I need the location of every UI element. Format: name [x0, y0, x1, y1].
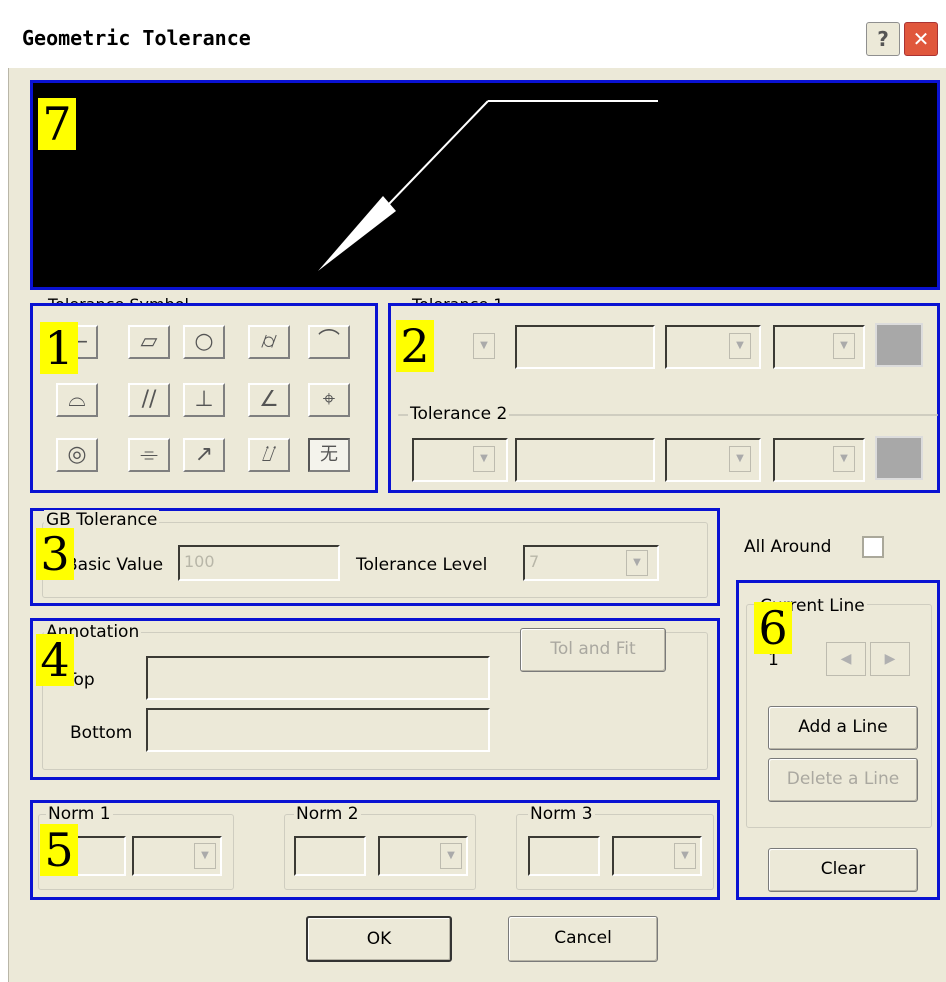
- badge-1: 1: [40, 322, 78, 374]
- flatness-symbol[interactable]: ▱: [128, 325, 170, 359]
- dialog-title: Geometric Tolerance: [22, 26, 251, 50]
- tolerance1-extra-arrow[interactable]: ▼: [833, 333, 855, 359]
- badge-4: 4: [36, 634, 74, 686]
- tolerance2-color-swatch[interactable]: [875, 436, 923, 480]
- cylindricity-symbol[interactable]: ⌭: [248, 325, 290, 359]
- clear-button[interactable]: Clear: [768, 848, 918, 892]
- tolerance1-title: Tolerance 1: [410, 290, 506, 304]
- tolerance1-material-arrow[interactable]: ▼: [729, 333, 751, 359]
- badge-2: 2: [396, 320, 434, 372]
- norm1-field[interactable]: [70, 836, 126, 876]
- norm2-field[interactable]: [294, 836, 366, 876]
- tolerance1-diameter-arrow[interactable]: ▼: [473, 333, 495, 359]
- angularity-symbol[interactable]: ∠: [248, 383, 290, 417]
- ok-button[interactable]: OK: [306, 916, 452, 962]
- none-symbol[interactable]: 无: [308, 438, 350, 472]
- tolerance2-material-arrow[interactable]: ▼: [729, 446, 751, 472]
- delete-line-button[interactable]: Delete a Line: [768, 758, 918, 802]
- tolerance2-extra-arrow[interactable]: ▼: [833, 446, 855, 472]
- symmetry-symbol[interactable]: ⌯: [128, 438, 170, 472]
- badge-7: 7: [38, 98, 76, 150]
- basic-value-field[interactable]: 100: [178, 545, 340, 581]
- bottom-label: Bottom: [70, 723, 133, 743]
- norm2-title: Norm 2: [294, 804, 361, 824]
- badge-6: 6: [754, 602, 792, 654]
- tolerance2-title: Tolerance 2: [408, 404, 510, 424]
- tolerance1-value-field[interactable]: [515, 325, 655, 369]
- norm3-title: Norm 3: [528, 804, 595, 824]
- norm3-arrow[interactable]: ▼: [674, 843, 696, 869]
- all-around-checkbox[interactable]: [862, 536, 884, 558]
- cancel-button[interactable]: Cancel: [508, 916, 658, 962]
- leader-arrow-graphic: [318, 100, 658, 271]
- norm2-arrow[interactable]: ▼: [440, 843, 462, 869]
- norm1-title: Norm 1: [46, 804, 113, 824]
- circularity-symbol[interactable]: ○: [183, 325, 225, 359]
- circular-runout-symbol[interactable]: ↗: [183, 438, 225, 472]
- add-line-button[interactable]: Add a Line: [768, 706, 918, 750]
- perpendicularity-symbol[interactable]: ⊥: [183, 383, 225, 417]
- preview-canvas: [30, 80, 940, 290]
- tolerance1-color-swatch[interactable]: [875, 323, 923, 367]
- previous-line-button[interactable]: ◀: [826, 642, 866, 676]
- concentricity-symbol[interactable]: ◎: [56, 438, 98, 472]
- close-button[interactable]: ✕: [904, 22, 938, 56]
- annotation-top-field[interactable]: [146, 656, 490, 700]
- tolerance2-value-field[interactable]: [515, 438, 655, 482]
- next-line-button[interactable]: ▶: [870, 642, 910, 676]
- all-around-label: All Around: [744, 537, 832, 557]
- parallelism-symbol[interactable]: //: [128, 383, 170, 417]
- total-runout-symbol[interactable]: ⌰: [248, 438, 290, 472]
- profile-surface-symbol[interactable]: ⌓: [56, 383, 98, 417]
- badge-3: 3: [36, 528, 74, 580]
- tolerance-level-arrow[interactable]: ▼: [626, 550, 648, 576]
- norm1-arrow[interactable]: ▼: [194, 843, 216, 869]
- profile-line-symbol[interactable]: ⌒: [308, 325, 350, 359]
- norm3-field[interactable]: [528, 836, 600, 876]
- basic-value-label: Basic Value: [66, 555, 164, 575]
- tolerance2-diameter-arrow[interactable]: ▼: [473, 446, 495, 472]
- annotation-bottom-field[interactable]: [146, 708, 490, 752]
- badge-5: 5: [40, 824, 78, 876]
- tol-and-fit-button[interactable]: Tol and Fit: [520, 628, 666, 672]
- tolerance-level-label: Tolerance Level: [356, 555, 488, 575]
- help-button[interactable]: ?: [866, 22, 900, 56]
- tolerance-symbol-title: Tolerance Symbol: [46, 290, 191, 304]
- position-symbol[interactable]: ⌖: [308, 383, 350, 417]
